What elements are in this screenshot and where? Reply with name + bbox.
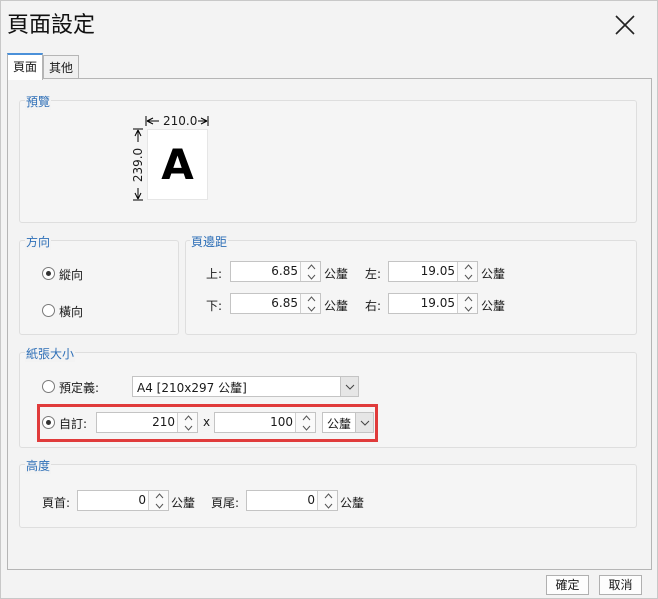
predefined-label[interactable]: 預定義: (59, 379, 99, 396)
paper-size-group-label: 紙張大小 (25, 345, 76, 362)
spin-up-icon[interactable] (301, 262, 321, 271)
landscape-radio[interactable] (42, 304, 55, 317)
margin-left-spinner[interactable] (457, 262, 477, 281)
spin-up-icon[interactable] (178, 413, 198, 422)
landscape-label[interactable]: 橫向 (59, 303, 83, 320)
preview-width-value: 210.0 (162, 114, 199, 128)
preview-height-value: 239.0 (131, 146, 145, 184)
custom-width-value: 210 (152, 415, 175, 429)
tab-other[interactable]: 其他 (43, 55, 80, 79)
preview-letter: A (161, 140, 194, 189)
footer-value: 0 (307, 493, 315, 507)
footer-input[interactable]: 0 (246, 490, 338, 511)
spin-up-icon[interactable] (301, 294, 321, 303)
custom-unit-value: 公釐 (327, 417, 352, 431)
custom-width-input[interactable]: 210 (96, 412, 198, 433)
footer-label: 頁尾: (211, 496, 240, 510)
header-label: 頁首: (42, 496, 71, 510)
predefined-select[interactable]: A4 [210x297 公釐] (132, 376, 359, 397)
spin-up-icon[interactable] (458, 294, 478, 303)
spin-down-icon[interactable] (149, 501, 169, 510)
preview-group (19, 100, 637, 223)
footer-unit: 公釐 (340, 496, 365, 510)
margin-right-spinner[interactable] (457, 294, 477, 313)
spin-up-icon[interactable] (149, 491, 169, 500)
page-setup-dialog: 頁面設定 頁面 其他 預覽 210.0 239.0 A 方向 縱向 橫向 頁邊距… (0, 0, 658, 599)
custom-height-input[interactable]: 100 (214, 412, 316, 433)
margins-group (185, 240, 637, 335)
margin-top-input[interactable]: 6.85 (230, 261, 321, 282)
margins-group-label: 頁邊距 (190, 233, 229, 250)
header-input[interactable]: 0 (77, 490, 169, 511)
spin-up-icon[interactable] (318, 491, 338, 500)
custom-radio[interactable] (42, 416, 55, 429)
margin-top-value: 6.85 (271, 264, 298, 278)
height-group-label: 高度 (25, 457, 52, 474)
cancel-button[interactable]: 取消 (599, 575, 642, 595)
predefined-select-value: A4 [210x297 公釐] (137, 381, 247, 395)
orientation-group (19, 240, 179, 335)
margin-right-unit: 公釐 (481, 299, 506, 313)
spin-down-icon[interactable] (178, 423, 198, 432)
portrait-radio[interactable] (42, 267, 55, 280)
header-value: 0 (138, 493, 146, 507)
margin-top-label: 上: (206, 267, 223, 281)
margin-right-input[interactable]: 19.05 (388, 293, 478, 314)
custom-height-value: 100 (270, 415, 293, 429)
margin-top-unit: 公釐 (324, 267, 349, 281)
margin-right-value: 19.05 (420, 296, 455, 310)
spin-down-icon[interactable] (296, 423, 316, 432)
tab-bar: 頁面 其他 (7, 53, 80, 80)
custom-width-spinner[interactable] (177, 413, 197, 432)
custom-height-spinner[interactable] (295, 413, 315, 432)
chevron-down-icon[interactable] (355, 413, 373, 432)
margin-left-label: 左: (365, 267, 382, 281)
preview-page: A (147, 129, 208, 200)
spin-down-icon[interactable] (301, 272, 321, 281)
spin-down-icon[interactable] (301, 304, 321, 313)
spin-down-icon[interactable] (458, 272, 478, 281)
margin-bottom-spinner[interactable] (300, 294, 320, 313)
margin-bottom-input[interactable]: 6.85 (230, 293, 321, 314)
margin-bottom-label: 下: (206, 299, 223, 313)
predefined-radio[interactable] (42, 380, 55, 393)
margin-right-label: 右: (365, 299, 382, 313)
margin-left-input[interactable]: 19.05 (388, 261, 478, 282)
orientation-group-label: 方向 (25, 233, 52, 250)
custom-label[interactable]: 自訂: (59, 415, 87, 432)
spin-down-icon[interactable] (458, 304, 478, 313)
portrait-label[interactable]: 縱向 (59, 266, 83, 283)
spin-up-icon[interactable] (458, 262, 478, 271)
margin-left-value: 19.05 (420, 264, 455, 278)
close-icon (615, 15, 635, 35)
header-unit: 公釐 (171, 496, 196, 510)
tab-page[interactable]: 頁面 (7, 53, 44, 80)
times-label: x (203, 415, 211, 429)
margin-bottom-unit: 公釐 (324, 299, 349, 313)
spin-up-icon[interactable] (296, 413, 316, 422)
custom-unit-select[interactable]: 公釐 (322, 412, 374, 433)
spin-down-icon[interactable] (318, 501, 338, 510)
chevron-down-icon[interactable] (340, 377, 358, 396)
margin-bottom-value: 6.85 (271, 296, 298, 310)
margin-top-spinner[interactable] (300, 262, 320, 281)
dialog-title: 頁面設定 (7, 13, 96, 38)
margin-left-unit: 公釐 (481, 267, 506, 281)
preview-group-label: 預覽 (25, 93, 52, 110)
close-button[interactable] (607, 7, 643, 43)
header-spinner[interactable] (148, 491, 168, 510)
ok-button[interactable]: 確定 (546, 575, 589, 595)
footer-spinner[interactable] (317, 491, 337, 510)
